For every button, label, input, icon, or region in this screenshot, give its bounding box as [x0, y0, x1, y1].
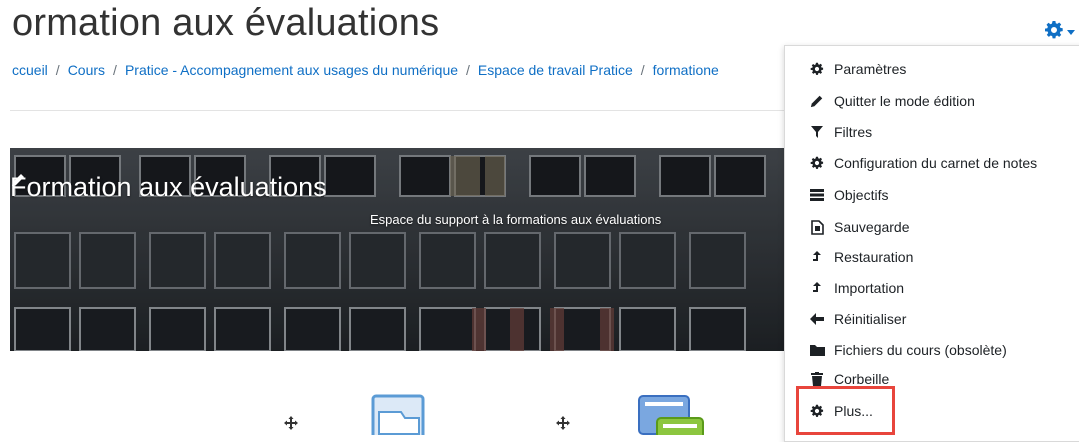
menu-item-label: Configuration du carnet de notes	[834, 155, 1038, 171]
menu-item-label: Réinitialiser	[834, 311, 907, 327]
menu-item-quitter-edition[interactable]: Quitter le mode édition	[809, 89, 975, 113]
pencil-icon	[809, 93, 825, 109]
trash-icon	[809, 371, 825, 387]
gear-icon	[809, 155, 825, 171]
chevron-down-icon	[1067, 30, 1075, 35]
breadcrumb-item-formation[interactable]: formatione	[653, 62, 719, 78]
list-icon	[809, 187, 825, 203]
menu-item-importation[interactable]: Importation	[809, 276, 904, 300]
banner-title-text: Formation aux évaluations	[10, 172, 327, 202]
menu-item-objectifs[interactable]: Objectifs	[809, 183, 888, 207]
move-icon[interactable]	[555, 415, 571, 436]
upload-icon	[809, 280, 825, 296]
menu-item-filtres[interactable]: Filtres	[809, 120, 872, 144]
move-icon[interactable]	[283, 415, 299, 436]
upload-icon	[809, 249, 825, 265]
breadcrumb-item-cours[interactable]: Cours	[68, 62, 105, 78]
breadcrumb-item-espace-travail[interactable]: Espace de travail Pratice	[478, 62, 633, 78]
banner-title: Formation aux évaluations	[10, 172, 335, 203]
menu-item-label: Sauvegarde	[834, 219, 910, 235]
breadcrumb-item-accueil[interactable]: ccueil	[12, 62, 48, 78]
breadcrumb-item-pratice[interactable]: Pratice - Accompagnement aux usages du n…	[125, 62, 458, 78]
breadcrumb: ccueil / Cours / Pratice - Accompagnement au…	[12, 62, 719, 78]
breadcrumb-separator: /	[640, 62, 645, 78]
menu-item-sauvegarde[interactable]: Sauvegarde	[809, 215, 910, 239]
header-divider	[10, 110, 789, 111]
arrow-left-icon	[809, 311, 825, 327]
course-banner: Formation aux évaluations Espace du supp…	[10, 148, 785, 351]
menu-item-label: Corbeille	[834, 371, 890, 387]
forum-activity-icon[interactable]	[637, 394, 707, 442]
course-actions-toggle[interactable]	[1044, 20, 1075, 45]
menu-item-label: Importation	[834, 280, 905, 296]
page-title: ormation aux évaluations	[12, 2, 440, 44]
menu-item-label: Fichiers du cours (obsolète)	[834, 342, 1007, 358]
menu-item-restauration[interactable]: Restauration	[809, 245, 913, 269]
folder-icon	[809, 342, 825, 358]
menu-item-label: Filtres	[834, 124, 873, 140]
file-icon	[809, 219, 825, 235]
menu-item-label: Paramètres	[834, 61, 907, 77]
file-activity-icon[interactable]	[371, 394, 427, 442]
menu-item-label: Quitter le mode édition	[834, 93, 975, 109]
menu-item-label: Restauration	[834, 249, 914, 265]
filter-icon	[809, 124, 825, 140]
gear-icon	[809, 61, 825, 77]
highlight-box	[796, 386, 895, 435]
menu-item-configuration-carnet[interactable]: Configuration du carnet de notes	[809, 151, 1037, 175]
course-actions-menu: Paramètres Quitter le mode édition Filtr…	[784, 45, 1079, 442]
breadcrumb-separator: /	[466, 62, 470, 78]
breadcrumb-separator: /	[55, 62, 60, 78]
menu-item-fichiers-cours[interactable]: Fichiers du cours (obsolète)	[809, 338, 1007, 362]
gear-icon	[1044, 20, 1064, 45]
menu-item-label: Objectifs	[834, 187, 889, 203]
menu-item-reinitialiser[interactable]: Réinitialiser	[809, 307, 906, 331]
banner-description: Espace du support à la formations aux év…	[370, 212, 662, 227]
menu-item-parametres[interactable]: Paramètres	[809, 57, 906, 81]
breadcrumb-separator: /	[113, 62, 117, 78]
